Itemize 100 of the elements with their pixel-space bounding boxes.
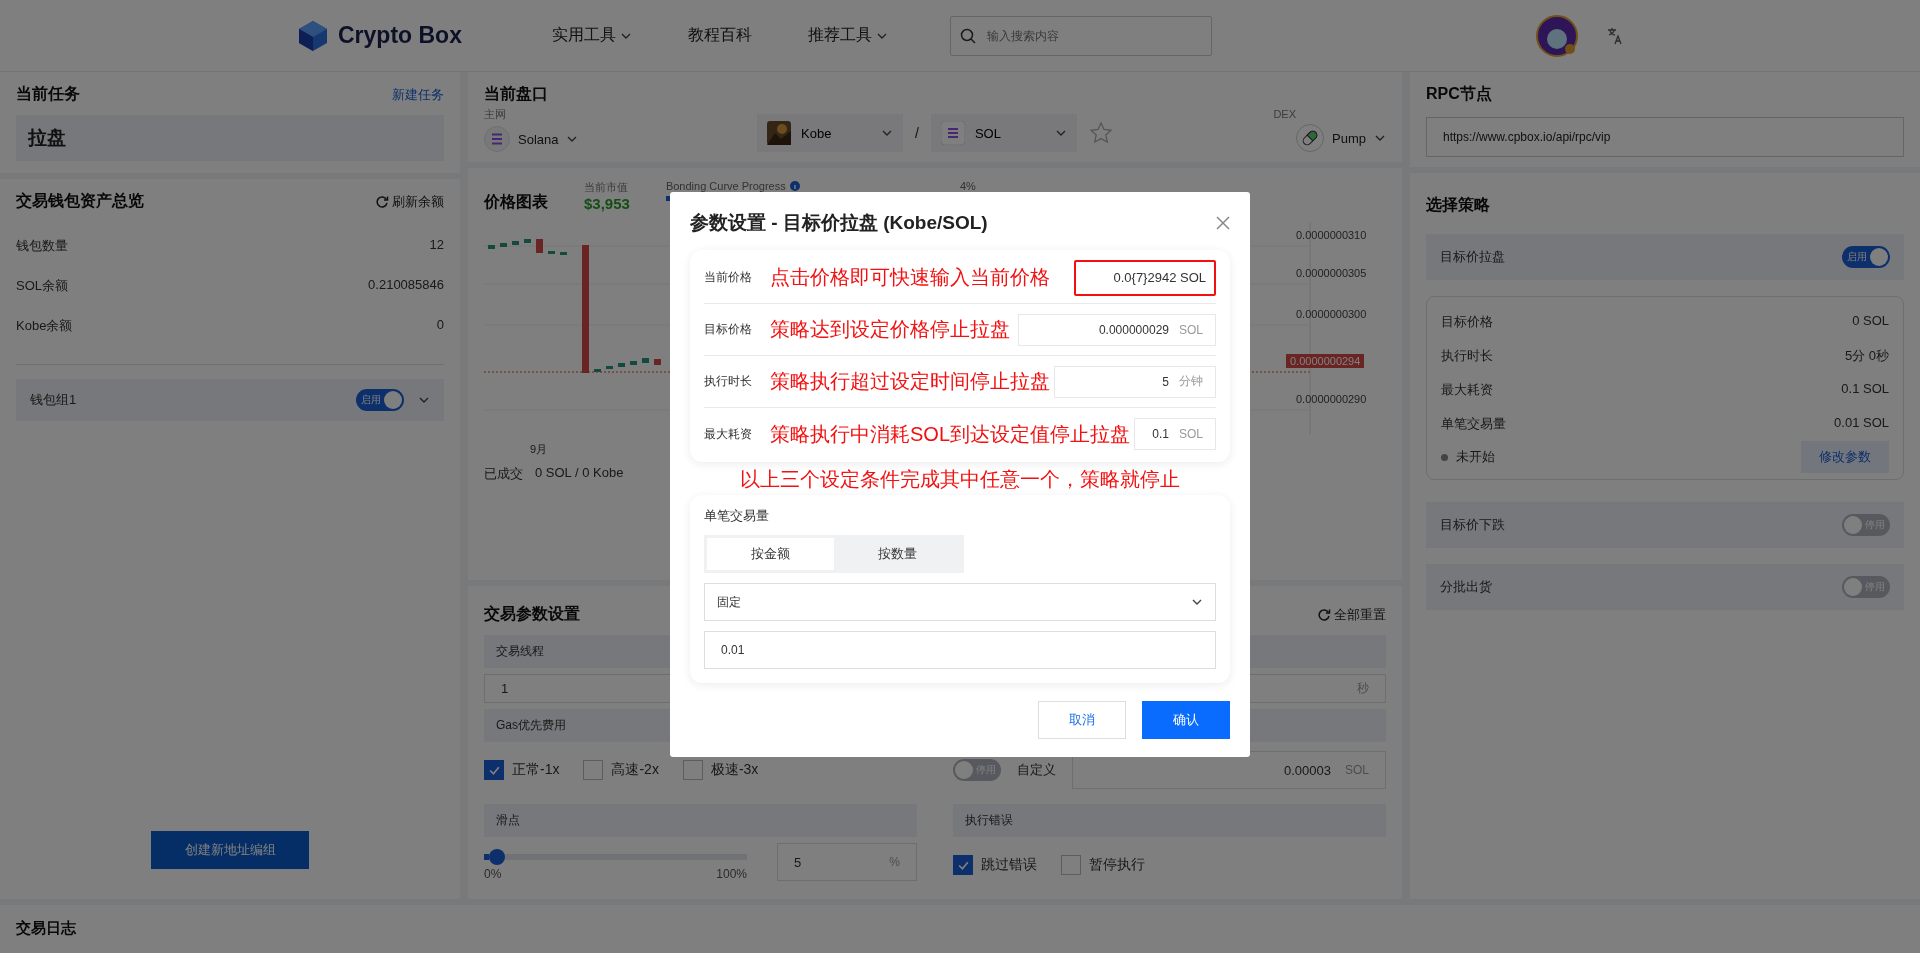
solana-icon — [940, 121, 965, 145]
detail-value: 5分 0秒 — [1844, 347, 1889, 365]
star-icon[interactable] — [1088, 121, 1113, 145]
month-label: 9月 — [530, 442, 549, 457]
solana-icon — [484, 126, 510, 152]
reset-button[interactable]: 全部重置 — [1317, 605, 1386, 624]
refresh-button[interactable]: 刷新余额 — [375, 192, 444, 211]
toggle-switch[interactable]: 启用 — [356, 389, 404, 411]
wallet-group[interactable]: 钱包组1 启用 — [16, 379, 444, 421]
slippage-field[interactable]: 5 % — [777, 843, 917, 881]
market-cap-value: $3,953 — [584, 195, 630, 212]
candle — [548, 251, 555, 254]
rpc-field[interactable]: https://www.cpbox.io/api/rpc/vip — [1426, 117, 1904, 157]
annotation: 策略达到设定价格停止拉盘 — [769, 317, 1010, 342]
slider-fill — [484, 854, 490, 860]
checkbox-label: 跳过错误 — [981, 856, 1037, 874]
edit-button[interactable]: 修改参数 — [1801, 441, 1889, 473]
axis-label: 0.0000000290 — [1296, 393, 1367, 405]
checkbox[interactable] — [484, 760, 504, 780]
mode-select[interactable]: 固定 — [704, 583, 1216, 621]
tab[interactable]: 按金额 — [707, 538, 834, 570]
current-price[interactable]: 0.0{7}2942 SOL — [1074, 259, 1216, 296]
section-title: RPC节点 — [1426, 85, 1492, 102]
create-group-button[interactable]: 创建新地址编组 — [151, 831, 309, 869]
checkbox[interactable] — [953, 855, 973, 875]
dialog-title: 参数设置 - 目标价拉盘 (Kobe/SOL) — [690, 211, 988, 235]
status-text: 未开始 — [1456, 448, 1495, 466]
cancel-button[interactable]: 取消 — [1038, 701, 1126, 739]
logo-text: Crypto Box — [338, 22, 462, 49]
status-dot — [1441, 453, 1448, 461]
checkbox[interactable] — [682, 760, 703, 780]
section-title: 交易钱包资产总览 — [16, 191, 144, 211]
translate-icon[interactable] — [1605, 26, 1624, 45]
candle — [500, 243, 507, 247]
dex-select[interactable]: Pump — [1296, 124, 1386, 152]
section-title: 交易参数设置 — [484, 604, 580, 624]
avatar[interactable] — [1535, 14, 1578, 57]
pair-separator: / — [915, 125, 919, 141]
strategy-name: 目标价下跌 — [1440, 516, 1505, 534]
search-field[interactable]: 输入搜索内容 — [949, 15, 1212, 56]
slider-thumb[interactable] — [489, 849, 506, 865]
condition-field[interactable]: 0.000000029 SOL — [1018, 313, 1216, 346]
strategy-item[interactable]: 目标价拉盘 启用 — [1426, 234, 1904, 280]
stat-value: 0 — [436, 317, 444, 334]
candle — [654, 359, 661, 365]
field-label: 单笔交易量 — [704, 507, 770, 525]
pill-icon — [1296, 124, 1325, 152]
progress-value: 4% — [960, 180, 976, 192]
candle — [630, 361, 637, 365]
slider-min: 0% — [484, 867, 502, 881]
new-task-link[interactable]: 新建任务 — [392, 85, 444, 104]
section-title: 交易日志 — [16, 919, 76, 936]
field-label: 执行错误 — [953, 804, 1386, 837]
section-title: 当前盘口 — [484, 85, 548, 102]
slider-max: 100% — [716, 867, 747, 881]
network-label: 主网 — [484, 107, 507, 122]
condition-label: 执行时长 — [704, 373, 753, 390]
tab[interactable]: 按数量 — [834, 538, 961, 570]
candle — [512, 241, 519, 245]
checkbox-label: 正常-1x — [512, 761, 560, 779]
nav-link[interactable]: 推荐工具 — [807, 25, 888, 46]
checkbox[interactable] — [1061, 855, 1081, 875]
token-select[interactable]: Kobe — [757, 114, 904, 152]
custom-label: 自定义 — [1017, 761, 1056, 779]
annotation: 策略执行超过设定时间停止拉盘 — [769, 369, 1050, 394]
detail-label: 目标价格 — [1441, 313, 1493, 331]
detail-value: 0.1 SOL — [1841, 381, 1889, 398]
candle — [606, 366, 613, 369]
candle — [524, 239, 531, 243]
network-select[interactable]: Solana — [484, 126, 758, 152]
token-select[interactable]: SOL — [930, 114, 1077, 152]
dex-label: DEX — [1273, 108, 1296, 120]
candle — [560, 252, 567, 255]
toggle-switch[interactable]: 启用 — [1842, 246, 1890, 268]
confirm-button[interactable]: 确认 — [1142, 701, 1230, 739]
checkbox-label: 极速-3x — [710, 761, 759, 779]
stat-value: 12 — [429, 237, 444, 254]
amount-field[interactable]: 0.01 — [704, 631, 1216, 669]
detail-value: 0 SOL — [1852, 313, 1889, 330]
candle — [642, 358, 649, 363]
candle — [594, 369, 601, 372]
axis-label: 0.0000000310 — [1296, 229, 1367, 241]
detail-value: 0.01 SOL — [1834, 415, 1889, 432]
detail-label: 最大耗资 — [1441, 381, 1493, 399]
field-label: 滑点 — [484, 804, 917, 837]
condition-label: 当前价格 — [704, 269, 753, 286]
annotation: 以上三个设定条件完成其中任意一个，策略就停止 — [739, 467, 1181, 492]
condition-field[interactable]: 0.1 SOL — [1134, 418, 1217, 450]
annotation: 点击价格即可快速输入当前价格 — [769, 265, 1050, 290]
nav-link[interactable]: 教程百科 — [687, 25, 752, 46]
condition-label: 最大耗资 — [704, 425, 753, 443]
nav-link[interactable]: 实用工具 — [551, 25, 632, 46]
filled-value: 0 SOL / 0 Kobe — [535, 465, 624, 482]
candle — [618, 363, 625, 367]
checkbox[interactable] — [583, 760, 604, 780]
axis-label: 0.0000000300 — [1296, 308, 1367, 320]
close-icon[interactable] — [1216, 216, 1230, 230]
condition-field[interactable]: 5 分钟 — [1054, 365, 1216, 398]
axis-label: 0.0000000305 — [1296, 267, 1367, 279]
section-title: 当前任务 — [16, 84, 80, 104]
